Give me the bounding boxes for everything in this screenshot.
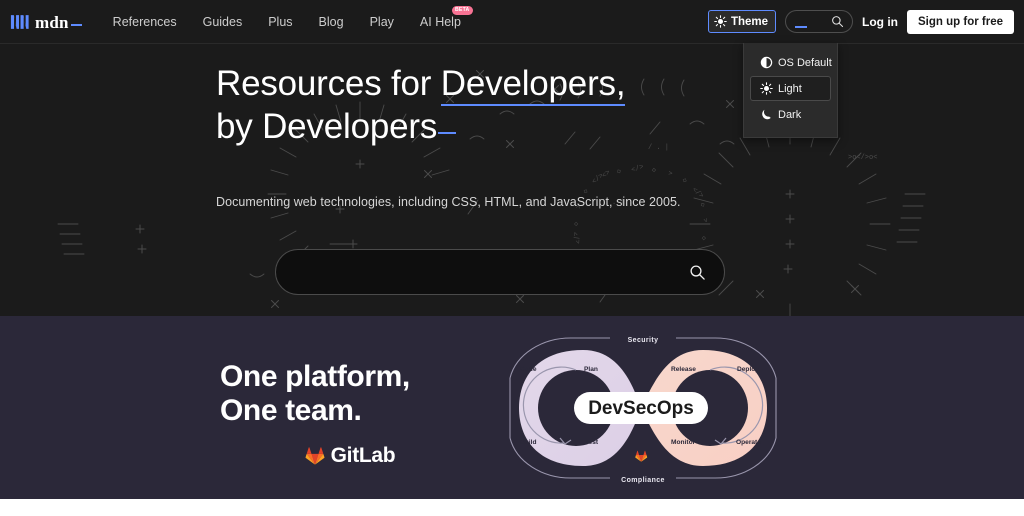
nav-item-guides[interactable]: Guides — [190, 9, 256, 35]
nav-item-play[interactable]: Play — [357, 9, 407, 35]
moon-icon — [762, 109, 771, 120]
theme-option-light[interactable]: Light — [750, 76, 831, 101]
svg-text:◇: ◇ — [573, 221, 581, 226]
mdn-logo-link[interactable]: mdn — [10, 11, 82, 33]
gitlab-tanuki-icon — [305, 447, 325, 465]
nav-label: AI Help — [419, 14, 461, 29]
nav-item-blog[interactable]: Blog — [306, 9, 357, 35]
search-icon — [832, 16, 844, 28]
mdn-logo-mark-icon — [10, 14, 29, 29]
svg-text:◇: ◇ — [699, 236, 707, 241]
nav-label: Blog — [318, 14, 344, 29]
hero-title: Resources for Developers, by Developers — [216, 62, 1024, 149]
svg-text:>: > — [700, 217, 709, 223]
half-circle-icon — [760, 56, 773, 69]
stage-label-code: Code — [520, 366, 537, 373]
stage-label-release: Release — [671, 366, 696, 373]
mdn-logo-text: mdn — [35, 12, 69, 32]
advertisement-banner[interactable]: One platform, One team. GitLab DevSecOps… — [0, 316, 1024, 499]
ad-headline: One platform, One team. — [220, 360, 480, 428]
beta-badge: BETA — [451, 5, 473, 15]
hero-section: <> ◇ </> ◇ > ◇ </> ◇ > ◇ </> ◇ > ◇ </> ◇… — [0, 44, 1024, 316]
nav-label: Guides — [202, 14, 243, 29]
ad-headline-line2: One team. — [220, 393, 362, 427]
theme-option-label: OS Default — [778, 56, 832, 69]
nav-label: Play — [369, 14, 394, 29]
theme-option-os-default[interactable]: OS Default — [750, 50, 832, 75]
hero-title-cursor — [438, 131, 457, 135]
nav-item-references[interactable]: References — [100, 9, 190, 35]
page-footer-area — [0, 499, 1024, 516]
stage-label-build: Build — [520, 439, 536, 446]
ad-headline-line1: One platform, — [220, 360, 410, 393]
nav-item-ai-help[interactable]: AI Help BETA — [407, 5, 474, 35]
sun-icon — [714, 15, 727, 28]
ad-brand: GitLab — [220, 444, 480, 468]
stage-label-monitor: Monitor — [671, 439, 696, 446]
nav-label: Plus — [268, 14, 293, 29]
header-actions: Theme Log in Sign up for free — [707, 9, 1014, 34]
nav-label: References — [112, 14, 177, 29]
theme-option-label: Light — [778, 82, 802, 95]
stage-label-deploy: Deploy — [737, 366, 759, 373]
ring-label-security: Security — [628, 337, 659, 344]
theme-dropdown-menu: OS Default Light Dark — [743, 43, 838, 138]
main-nav: References Guides Plus Blog Play AI Help… — [100, 5, 474, 35]
devsecops-infinity-diagram: DevSecOps Code Plan Release Deploy Build… — [509, 331, 777, 486]
login-link[interactable]: Log in — [862, 15, 898, 29]
header-search-input[interactable] — [785, 10, 854, 33]
theme-button[interactable]: Theme — [707, 10, 777, 33]
ring-label-compliance: Compliance — [621, 477, 665, 484]
theme-button-label: Theme — [730, 15, 769, 28]
stage-label-plan: Plan — [584, 366, 598, 373]
hero-title-line2: by Developers — [216, 107, 438, 147]
theme-option-label: Dark — [778, 108, 802, 121]
search-icon — [690, 264, 705, 280]
mdn-logo-underscore — [70, 23, 82, 26]
hero-subtitle: Documenting web technologies, including … — [216, 194, 681, 209]
search-cursor — [795, 25, 808, 28]
sun-icon — [760, 82, 773, 95]
theme-option-dark[interactable]: Dark — [750, 102, 831, 127]
signup-button[interactable]: Sign up for free — [907, 9, 1014, 34]
ad-brand-name: GitLab — [330, 443, 396, 467]
mdn-homepage: mdn References Guides Plus Blog Play AI … — [0, 0, 1024, 516]
gitlab-tanuki-icon-small — [635, 450, 648, 462]
hero-search-input[interactable] — [275, 249, 725, 295]
stage-label-test: Test — [585, 439, 599, 446]
stage-label-operate: Operate — [736, 439, 761, 446]
devsecops-center-label: DevSecOps — [588, 398, 694, 419]
nav-item-plus[interactable]: Plus — [255, 9, 305, 35]
site-header: mdn References Guides Plus Blog Play AI … — [0, 0, 1024, 44]
hero-title-prefix: Resources for — [216, 64, 441, 103]
hero-title-link[interactable]: Developers, — [440, 64, 626, 106]
svg-text:</>: </> — [572, 230, 584, 245]
hero-content: Resources for Developers, by Developers … — [0, 44, 1024, 209]
ad-text-block: One platform, One team. GitLab — [220, 360, 480, 468]
